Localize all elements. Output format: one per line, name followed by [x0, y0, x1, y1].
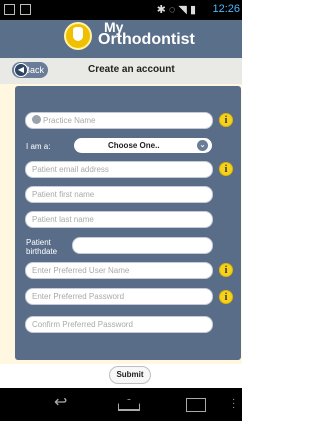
- system-recents-icon[interactable]: [186, 398, 206, 412]
- submit-button[interactable]: Submit: [109, 366, 151, 384]
- patient-first-name-input[interactable]: Patient first name: [25, 186, 213, 203]
- email-info-icon[interactable]: i: [219, 162, 233, 176]
- signal-icons: ✱ ◌ ◥ ▮: [156, 4, 196, 16]
- confirm-password-input[interactable]: Confirm Preferred Password: [25, 316, 213, 333]
- system-back-icon[interactable]: ↩: [54, 395, 76, 411]
- birthdate-input[interactable]: [72, 237, 213, 254]
- practice-info-icon[interactable]: i: [219, 113, 233, 127]
- role-select[interactable]: Choose One.. ⌄: [74, 138, 212, 153]
- page-title: Create an account: [88, 64, 175, 75]
- tooth-glyph: [73, 27, 83, 41]
- patient-last-name-input[interactable]: Patient last name: [25, 211, 213, 228]
- brand-name: Orthodontist: [98, 31, 195, 48]
- patient-email-input[interactable]: Patient email address: [25, 161, 213, 178]
- overflow-menu-icon[interactable]: · · ·: [232, 395, 235, 413]
- status-time: 12:26: [212, 3, 240, 15]
- username-info-icon[interactable]: i: [219, 263, 233, 277]
- image-icon: [20, 4, 31, 15]
- birthdate-label-line2: birthdate: [26, 247, 58, 256]
- i-am-a-label: I am a:: [26, 142, 51, 151]
- chevron-down-icon: ⌄: [197, 140, 208, 151]
- password-input[interactable]: Enter Preferred Password: [25, 288, 213, 305]
- practice-name-input[interactable]: Practice Name: [25, 112, 213, 129]
- screenshot-icon: [4, 4, 15, 15]
- username-input[interactable]: Enter Preferred User Name: [25, 262, 213, 279]
- back-arrow-icon: ◀: [14, 63, 28, 77]
- birthdate-label-line1: Patient: [26, 238, 51, 247]
- role-select-value: Choose One..: [108, 141, 160, 150]
- password-info-icon[interactable]: i: [219, 290, 233, 304]
- status-bar: [0, 0, 242, 20]
- search-icon: [32, 115, 41, 124]
